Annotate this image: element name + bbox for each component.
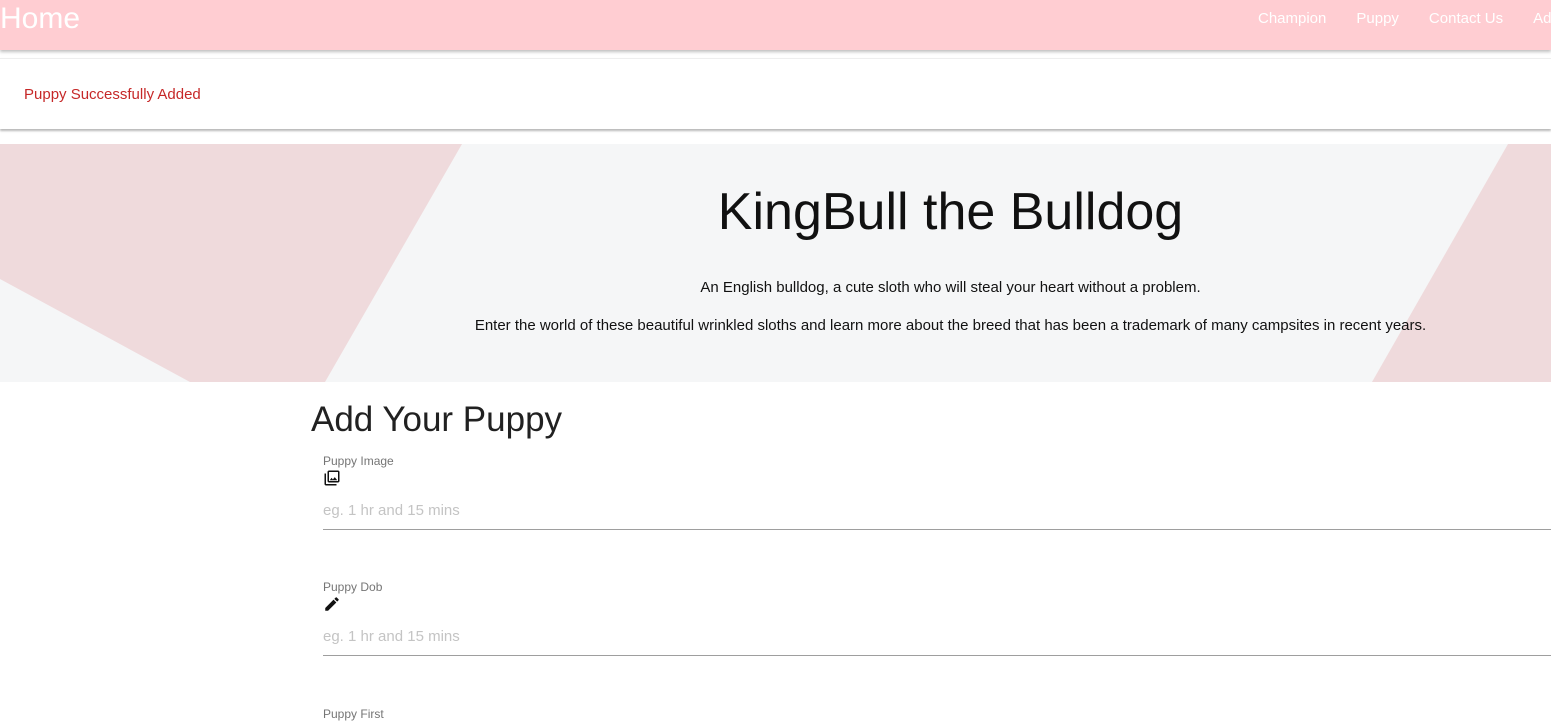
hero-description-2: Enter the world of these beautiful wrink…: [474, 317, 1427, 334]
pencil-icon: [325, 597, 339, 611]
puppy-dob-field: Puppy Dob: [323, 580, 1551, 662]
hero-description-1: An English bulldog, a cute sloth who wil…: [700, 279, 1201, 296]
image-collection-icon: [324, 470, 340, 486]
hero-background-shapes: [0, 144, 1551, 382]
puppy-first-field: Puppy First: [323, 707, 1551, 722]
nav-links: Champion Puppy Contact Us Ad: [1243, 0, 1551, 40]
hero-left-accent-shape: [0, 144, 462, 382]
puppy-first-label: Puppy First: [323, 707, 384, 721]
top-navbar: Home Champion Puppy Contact Us Ad: [0, 0, 1551, 50]
nav-link-puppy[interactable]: Puppy: [1341, 0, 1414, 40]
hero-banner: KingBull the Bulldog An English bulldog,…: [0, 144, 1551, 382]
puppy-dob-input[interactable]: [323, 618, 1551, 656]
hero-right-accent-shape: [1372, 144, 1551, 382]
hero-title: KingBull the Bulldog: [717, 183, 1184, 241]
nav-link-champion[interactable]: Champion: [1243, 0, 1341, 40]
puppy-dob-label: Puppy Dob: [323, 580, 383, 594]
puppy-image-label: Puppy Image: [323, 454, 394, 468]
puppy-image-input[interactable]: [323, 492, 1551, 530]
puppy-image-field: Puppy Image: [323, 454, 1551, 536]
success-alert: Puppy Successfully Added: [0, 58, 1551, 129]
nav-link-add[interactable]: Ad: [1518, 0, 1551, 40]
form-title: Add Your Puppy: [311, 400, 563, 439]
brand-home-link[interactable]: Home: [0, 0, 80, 40]
alert-message: Puppy Successfully Added: [24, 86, 201, 103]
nav-link-contact-us[interactable]: Contact Us: [1414, 0, 1518, 40]
